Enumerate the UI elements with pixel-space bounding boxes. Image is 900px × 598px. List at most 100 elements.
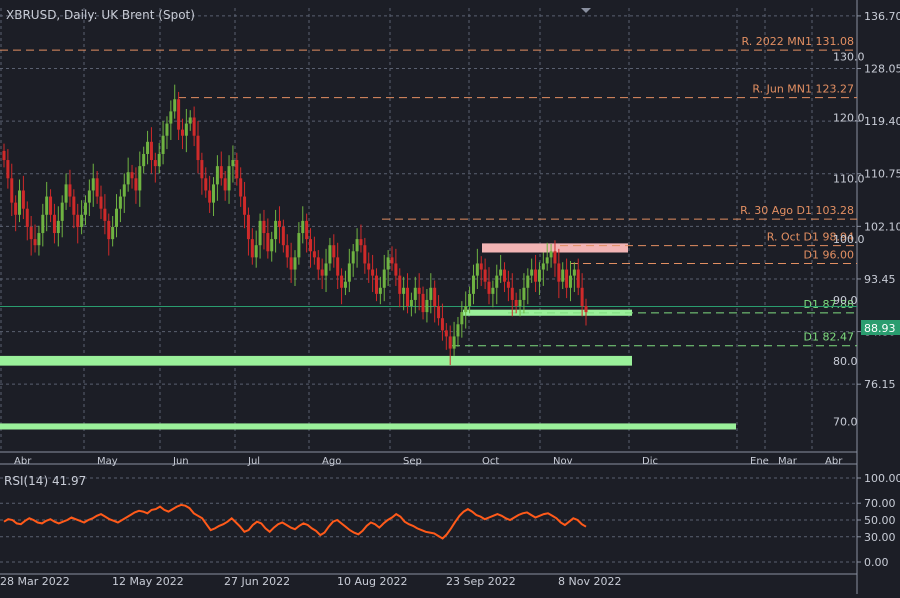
round-level-label: 70.0 — [833, 416, 858, 429]
candle-body — [115, 208, 119, 227]
candle-body — [437, 306, 441, 319]
candle-body — [138, 166, 142, 191]
resistance-label: R. 2022 MN1 131.08 — [742, 35, 854, 48]
candle-body — [173, 99, 177, 112]
month-label: Ene — [750, 456, 769, 467]
candle-body — [510, 287, 514, 300]
candle-body — [433, 287, 437, 307]
candle-body — [336, 257, 340, 276]
price-tick-label: 76.15 — [864, 378, 896, 391]
candle-body — [541, 263, 545, 270]
candle-body — [165, 123, 169, 136]
candle-body — [33, 239, 37, 246]
candle-body — [332, 245, 336, 258]
candle-body — [471, 275, 475, 294]
candle-body — [80, 214, 84, 227]
candle-body — [83, 202, 87, 215]
candle-body — [161, 135, 165, 154]
round-level-label: 100.0 — [833, 233, 865, 246]
candle-body — [250, 239, 254, 258]
candle-body — [363, 245, 367, 264]
resistance-label: R. Jun MN1 123.27 — [752, 83, 854, 96]
price-tick-label: 128.05 — [864, 63, 900, 76]
candle-body — [149, 141, 153, 161]
candle-body — [270, 239, 274, 252]
candle-body — [254, 245, 258, 258]
candle-body — [390, 257, 394, 264]
candle-body — [142, 153, 146, 167]
candle-body — [266, 233, 270, 252]
candle-body — [584, 306, 588, 313]
candle-body — [402, 287, 406, 294]
candle-body — [258, 220, 262, 246]
candle-body — [231, 160, 235, 167]
candle-body — [382, 269, 386, 288]
candle-body — [274, 220, 278, 240]
candle-body — [316, 257, 320, 270]
candle-body — [130, 172, 134, 179]
candle-body — [464, 306, 468, 313]
candle-body — [87, 190, 91, 203]
candle-body — [68, 184, 72, 197]
candle-body — [188, 117, 192, 124]
candle-body — [134, 178, 138, 191]
candle-body — [72, 196, 76, 215]
round-level-label: 120.0 — [833, 111, 865, 124]
month-label: Oct — [482, 456, 499, 467]
candle-body — [301, 220, 305, 234]
candle-body — [351, 251, 355, 264]
rsi-tick-label: 0.00 — [864, 556, 889, 569]
candle-body — [262, 220, 266, 234]
candle-body — [107, 220, 111, 240]
candle-body — [215, 166, 219, 185]
candle-body — [14, 202, 18, 215]
month-label: Dic — [642, 456, 658, 467]
candle-body — [429, 287, 433, 300]
rsi-tick-label: 50.00 — [864, 514, 896, 527]
candle-body — [561, 269, 565, 282]
candle-body — [95, 178, 99, 197]
candle-body — [10, 178, 14, 203]
candle-body — [192, 117, 196, 136]
candle-body — [243, 196, 247, 215]
candle-body — [64, 184, 68, 203]
candle-body — [371, 269, 375, 276]
candle-body — [227, 166, 231, 191]
month-label: May — [97, 456, 118, 467]
resistance-label: D1 96.00 — [804, 248, 854, 261]
candle-body — [25, 208, 29, 227]
current-price-label: 88.93 — [864, 322, 896, 335]
candle-body — [530, 269, 534, 276]
chart-window: R. 2022 MN1 131.08 R. Jun MN1 123.27 R. 30… — [0, 0, 900, 594]
candle-body — [413, 287, 417, 300]
candle-body — [2, 150, 6, 161]
candle-body — [409, 299, 413, 307]
candle-body — [235, 160, 239, 179]
candle-body — [444, 330, 448, 337]
candle-body — [452, 336, 456, 349]
candle-body — [169, 111, 173, 124]
month-label: Abr — [825, 456, 843, 467]
candle-body — [378, 287, 382, 294]
candle-body — [347, 263, 351, 282]
candle-body — [118, 196, 122, 209]
date-label: 28 Mar 2022 — [0, 575, 70, 588]
candle-body — [479, 263, 483, 270]
candle-body — [21, 190, 25, 209]
month-label: Ago — [322, 456, 341, 467]
candle-body — [440, 318, 444, 331]
candle-body — [557, 263, 561, 282]
candle-body — [146, 141, 150, 154]
candle-body — [281, 226, 285, 246]
candle-body — [196, 135, 200, 161]
candle-body — [386, 257, 390, 270]
candle-body — [355, 239, 359, 252]
candle-body — [111, 226, 115, 240]
candle-body — [208, 190, 212, 203]
rsi-title: RSI(14) 41.97 — [4, 474, 86, 488]
candle-body — [289, 257, 293, 270]
candle-body — [406, 287, 410, 307]
candle-body — [421, 293, 425, 313]
candle-body — [293, 257, 297, 270]
candle-body — [328, 245, 332, 264]
